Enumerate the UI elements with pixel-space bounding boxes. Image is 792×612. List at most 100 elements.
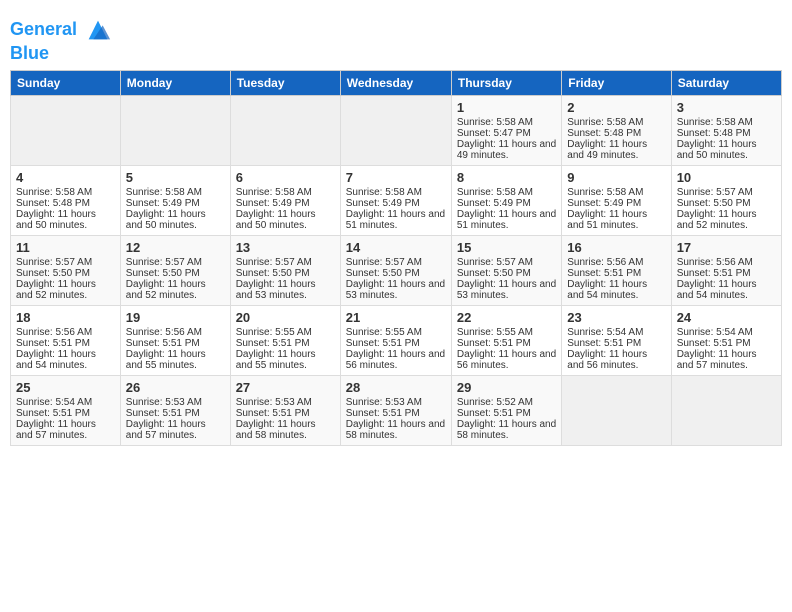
logo-text-blue: Blue [10,44,112,64]
sunset-label: Sunset: 5:51 PM [457,408,531,419]
day-number: 2 [567,100,665,115]
sunrise-label: Sunrise: 5:54 AM [567,327,643,338]
sunset-label: Sunset: 5:49 PM [126,198,200,209]
sunset-label: Sunset: 5:51 PM [346,338,420,349]
sunset-label: Sunset: 5:48 PM [567,128,641,139]
calendar-cell: 25Sunrise: 5:54 AMSunset: 5:51 PMDayligh… [11,375,121,445]
sunset-label: Sunset: 5:48 PM [16,198,90,209]
sunset-label: Sunset: 5:50 PM [126,268,200,279]
calendar-cell: 22Sunrise: 5:55 AMSunset: 5:51 PMDayligh… [451,305,561,375]
day-number: 1 [457,100,556,115]
sunrise-label: Sunrise: 5:56 AM [16,327,92,338]
sunrise-label: Sunrise: 5:56 AM [677,257,753,268]
sunrise-label: Sunrise: 5:53 AM [126,397,202,408]
sunset-label: Sunset: 5:51 PM [126,338,200,349]
sunrise-label: Sunrise: 5:58 AM [457,187,533,198]
day-number: 29 [457,380,556,395]
sunset-label: Sunset: 5:49 PM [236,198,310,209]
calendar-cell: 29Sunrise: 5:52 AMSunset: 5:51 PMDayligh… [451,375,561,445]
calendar-cell: 17 Sunrise: 5:56 AMSunset: 5:51 PMDayligh… [671,235,781,305]
sunset-label: Sunset: 5:51 PM [567,268,641,279]
calendar-body: 1Sunrise: 5:58 AMSunset: 5:47 PMDaylight… [11,95,782,445]
daylight-label: Daylight: 11 hours and 56 minutes. [567,349,647,371]
daylight-label: Daylight: 11 hours and 52 minutes. [16,279,96,301]
calendar-cell: 19Sunrise: 5:56 AMSunset: 5:51 PMDayligh… [120,305,230,375]
daylight-label: Daylight: 11 hours and 50 minutes. [677,139,757,161]
day-number: 13 [236,240,335,255]
daylight-label: Daylight: 11 hours and 52 minutes. [126,279,206,301]
daylight-label: Daylight: 11 hours and 58 minutes. [236,419,316,441]
calendar-cell: 27Sunrise: 5:53 AMSunset: 5:51 PMDayligh… [230,375,340,445]
daylight-label: Daylight: 11 hours and 50 minutes. [16,209,96,231]
sunset-label: Sunset: 5:50 PM [346,268,420,279]
sunrise-label: Sunrise: 5:58 AM [567,117,643,128]
calendar-cell: 11Sunrise: 5:57 AMSunset: 5:50 PMDayligh… [11,235,121,305]
logo-text: General [10,16,112,44]
daylight-label: Daylight: 11 hours and 51 minutes. [457,209,556,231]
daylight-label: Daylight: 11 hours and 57 minutes. [16,419,96,441]
calendar-cell: 2 Sunrise: 5:58 AMSunset: 5:48 PMDaylight… [562,95,671,165]
calendar-cell [11,95,121,165]
calendar-cell: 5Sunrise: 5:58 AMSunset: 5:49 PMDaylight… [120,165,230,235]
day-number: 11 [16,240,115,255]
daylight-label: Daylight: 11 hours and 56 minutes. [457,349,556,371]
calendar-cell: 20Sunrise: 5:55 AMSunset: 5:51 PMDayligh… [230,305,340,375]
sunset-label: Sunset: 5:51 PM [677,268,751,279]
sunset-label: Sunset: 5:51 PM [346,408,420,419]
sunrise-label: Sunrise: 5:55 AM [457,327,533,338]
day-number: 17 [677,240,776,255]
day-number: 8 [457,170,556,185]
daylight-label: Daylight: 11 hours and 54 minutes. [677,279,757,301]
sunset-label: Sunset: 5:49 PM [567,198,641,209]
calendar-cell [120,95,230,165]
sunrise-label: Sunrise: 5:53 AM [236,397,312,408]
sunrise-label: Sunrise: 5:58 AM [236,187,312,198]
daylight-label: Daylight: 11 hours and 49 minutes. [567,139,647,161]
sunrise-label: Sunrise: 5:58 AM [16,187,92,198]
sunset-label: Sunset: 5:50 PM [677,198,751,209]
calendar-cell: 26Sunrise: 5:53 AMSunset: 5:51 PMDayligh… [120,375,230,445]
day-number: 25 [16,380,115,395]
daylight-label: Daylight: 11 hours and 51 minutes. [346,209,445,231]
page-header: General Blue [10,10,782,64]
calendar-cell: 7Sunrise: 5:58 AMSunset: 5:49 PMDaylight… [340,165,451,235]
calendar-cell: 6Sunrise: 5:58 AMSunset: 5:49 PMDaylight… [230,165,340,235]
sunrise-label: Sunrise: 5:56 AM [567,257,643,268]
header-day-saturday: Saturday [671,70,781,95]
sunset-label: Sunset: 5:51 PM [126,408,200,419]
sunset-label: Sunset: 5:51 PM [677,338,751,349]
sunset-label: Sunset: 5:50 PM [457,268,531,279]
sunrise-label: Sunrise: 5:58 AM [677,117,753,128]
sunrise-label: Sunrise: 5:58 AM [126,187,202,198]
calendar-table: SundayMondayTuesdayWednesdayThursdayFrid… [10,70,782,446]
daylight-label: Daylight: 11 hours and 58 minutes. [346,419,445,441]
daylight-label: Daylight: 11 hours and 52 minutes. [677,209,757,231]
day-number: 16 [567,240,665,255]
day-number: 6 [236,170,335,185]
calendar-cell [230,95,340,165]
sunset-label: Sunset: 5:47 PM [457,128,531,139]
calendar-week-5: 25Sunrise: 5:54 AMSunset: 5:51 PMDayligh… [11,375,782,445]
sunrise-label: Sunrise: 5:55 AM [236,327,312,338]
sunrise-label: Sunrise: 5:57 AM [677,187,753,198]
daylight-label: Daylight: 11 hours and 54 minutes. [16,349,96,371]
daylight-label: Daylight: 11 hours and 57 minutes. [126,419,206,441]
calendar-cell [562,375,671,445]
day-number: 18 [16,310,115,325]
calendar-cell: 8Sunrise: 5:58 AMSunset: 5:49 PMDaylight… [451,165,561,235]
calendar-cell: 4Sunrise: 5:58 AMSunset: 5:48 PMDaylight… [11,165,121,235]
calendar-cell: 23Sunrise: 5:54 AMSunset: 5:51 PMDayligh… [562,305,671,375]
daylight-label: Daylight: 11 hours and 58 minutes. [457,419,556,441]
calendar-cell: 9Sunrise: 5:58 AMSunset: 5:49 PMDaylight… [562,165,671,235]
day-number: 19 [126,310,225,325]
sunrise-label: Sunrise: 5:54 AM [677,327,753,338]
daylight-label: Daylight: 11 hours and 55 minutes. [236,349,316,371]
sunrise-label: Sunrise: 5:58 AM [457,117,533,128]
daylight-label: Daylight: 11 hours and 51 minutes. [567,209,647,231]
header-day-sunday: Sunday [11,70,121,95]
sunset-label: Sunset: 5:51 PM [457,338,531,349]
day-number: 9 [567,170,665,185]
header-day-friday: Friday [562,70,671,95]
sunrise-label: Sunrise: 5:57 AM [457,257,533,268]
calendar-week-1: 1Sunrise: 5:58 AMSunset: 5:47 PMDaylight… [11,95,782,165]
